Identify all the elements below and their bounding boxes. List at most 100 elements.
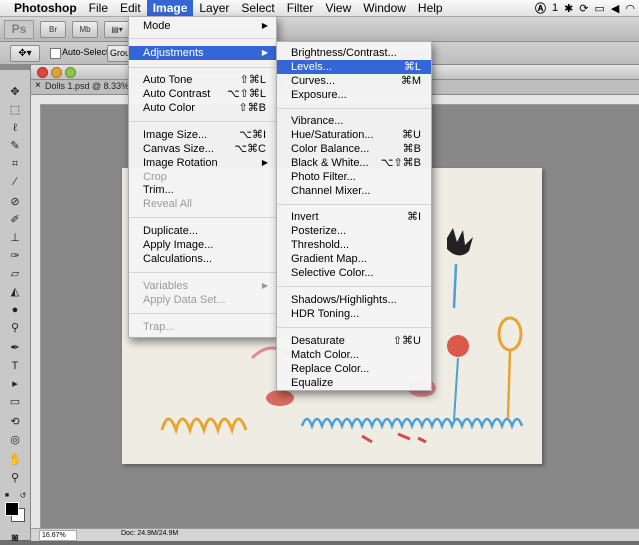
menu-image[interactable]: Image bbox=[146, 0, 194, 16]
menu-item-vibrance[interactable]: Vibrance... bbox=[277, 114, 431, 128]
lasso-tool-icon[interactable]: ℓ bbox=[7, 121, 23, 135]
app-menu[interactable]: Photoshop bbox=[10, 0, 83, 16]
bluetooth-icon[interactable]: ✱ bbox=[564, 2, 573, 15]
clone-stamp-icon[interactable]: ⊥ bbox=[7, 231, 23, 245]
toolbox-grip[interactable] bbox=[0, 65, 30, 70]
foreground-color-swatch[interactable] bbox=[5, 502, 19, 516]
menu-item-posterize[interactable]: Posterize... bbox=[277, 224, 431, 238]
menu-edit[interactable]: Edit bbox=[114, 0, 147, 16]
menu-item-hue-saturation[interactable]: Hue/Saturation... ⌘U bbox=[277, 128, 431, 142]
menu-item-image-size[interactable]: Image Size... ⌥⌘I bbox=[129, 128, 276, 142]
dodge-tool-icon[interactable]: ⚲ bbox=[7, 321, 23, 335]
pen-tool-icon[interactable]: ✒ bbox=[7, 341, 23, 355]
crop-tool-icon[interactable]: ⌗ bbox=[7, 157, 23, 171]
bridge-button[interactable]: Br bbox=[40, 21, 66, 38]
blur-tool-icon[interactable]: ● bbox=[7, 303, 23, 317]
menu-item-desaturate[interactable]: Desaturate ⇧⌘U bbox=[277, 334, 431, 348]
type-tool-icon[interactable]: T bbox=[7, 359, 23, 373]
healing-brush-icon[interactable]: ⊘ bbox=[7, 195, 23, 209]
menu-item-color-balance[interactable]: Color Balance... ⌘B bbox=[277, 142, 431, 156]
menu-item-match-color[interactable]: Match Color... bbox=[277, 348, 431, 362]
menu-filter[interactable]: Filter bbox=[281, 0, 320, 16]
menu-item-exposure[interactable]: Exposure... bbox=[277, 88, 431, 102]
eraser-tool-icon[interactable]: ▱ bbox=[7, 267, 23, 281]
menu-item-photo-filter[interactable]: Photo Filter... bbox=[277, 170, 431, 184]
close-window-icon[interactable] bbox=[37, 67, 48, 78]
marquee-tool-icon[interactable]: ⬚ bbox=[7, 103, 23, 117]
zoom-window-icon[interactable] bbox=[65, 67, 76, 78]
ps-logo: Ps bbox=[4, 20, 34, 39]
3d-orbit-icon[interactable]: ◎ bbox=[7, 433, 23, 447]
minimize-window-icon[interactable] bbox=[51, 67, 62, 78]
eyedropper-tool-icon[interactable]: ⁄ bbox=[7, 175, 23, 189]
menu-item-curves[interactable]: Curves... ⌘M bbox=[277, 74, 431, 88]
move-tool-icon[interactable]: ✥ bbox=[7, 85, 23, 99]
zoom-tool-icon[interactable]: ⚲ bbox=[7, 471, 23, 485]
battery-icon[interactable]: ▭ bbox=[595, 2, 605, 15]
quick-select-tool-icon[interactable]: ✎ bbox=[7, 139, 23, 153]
menu-separator bbox=[129, 272, 276, 273]
menu-item-reveal-all: Reveal All bbox=[143, 198, 192, 210]
menu-window[interactable]: Window bbox=[357, 0, 412, 16]
menu-item-selective-color[interactable]: Selective Color... bbox=[277, 266, 431, 280]
volume-icon[interactable]: ◀ bbox=[611, 2, 619, 15]
menu-item-shadows-highlights[interactable]: Shadows/Highlights... bbox=[277, 293, 431, 307]
menu-item-black-white[interactable]: Black & White... ⌥⇧⌘B bbox=[277, 156, 431, 170]
auto-select-checkbox[interactable] bbox=[50, 48, 61, 59]
menu-item-duplicate[interactable]: Duplicate... bbox=[129, 224, 276, 238]
paint-bucket-icon[interactable]: ◭ bbox=[7, 285, 23, 299]
menu-item-threshold[interactable]: Threshold... bbox=[277, 238, 431, 252]
menu-separator bbox=[277, 327, 431, 328]
menu-item-trap: Trap... bbox=[143, 321, 175, 333]
shape-tool-icon[interactable]: ▭ bbox=[7, 395, 23, 409]
menu-item-trim[interactable]: Trim... bbox=[129, 183, 276, 197]
tab-close-icon[interactable]: × bbox=[35, 80, 41, 91]
arrange-documents-button[interactable]: ▤▾ bbox=[104, 21, 130, 38]
menu-item-invert[interactable]: Invert ⌘I bbox=[277, 210, 431, 224]
menu-view[interactable]: View bbox=[319, 0, 357, 16]
menu-item-mode[interactable]: Mode ▶ bbox=[129, 19, 276, 33]
menu-item-levels[interactable]: Levels... ⌘L bbox=[277, 60, 431, 74]
menu-item-adjustments[interactable]: Adjustments ▶ bbox=[129, 46, 276, 60]
apple-icon[interactable] bbox=[0, 0, 10, 16]
menu-item-replace-color[interactable]: Replace Color... bbox=[277, 362, 431, 376]
menu-item-image-rotation[interactable]: Image Rotation ▶ bbox=[129, 156, 276, 170]
menu-item-auto-contrast[interactable]: Auto Contrast ⌥⇧⌘L bbox=[129, 87, 276, 101]
hand-tool-icon[interactable]: ✋ bbox=[7, 453, 23, 467]
menu-item-channel-mixer[interactable]: Channel Mixer... bbox=[277, 184, 431, 198]
menu-item-hdr-toning[interactable]: HDR Toning... bbox=[277, 307, 431, 321]
zoom-level-field[interactable]: 16.67% bbox=[39, 530, 77, 541]
tool-preset-picker[interactable]: ✥▾ bbox=[10, 45, 40, 62]
mini-bridge-button[interactable]: Mb bbox=[72, 21, 98, 38]
sync-icon[interactable]: ⟳ bbox=[579, 2, 588, 15]
menu-separator bbox=[277, 108, 431, 109]
menu-item-brightness-contrast[interactable]: Brightness/Contrast... bbox=[277, 46, 431, 60]
menu-item-auto-color[interactable]: Auto Color ⇧⌘B bbox=[129, 101, 276, 115]
adobe-icon[interactable]: Ⓐ bbox=[535, 0, 546, 16]
menu-bar: Photoshop File Edit Image Layer Select F… bbox=[0, 0, 639, 17]
menu-select[interactable]: Select bbox=[235, 0, 280, 16]
menu-item-canvas-size[interactable]: Canvas Size... ⌥⌘C bbox=[129, 142, 276, 156]
wifi-icon[interactable]: ◠ bbox=[625, 2, 635, 15]
3d-rotate-icon[interactable]: ⟲ bbox=[7, 415, 23, 429]
menu-help[interactable]: Help bbox=[412, 0, 449, 16]
menu-item-calculations[interactable]: Calculations... bbox=[129, 252, 276, 266]
document-size[interactable]: Doc: 24.9M/24.9M bbox=[121, 530, 178, 537]
swap-colors-icon[interactable]: ↺ bbox=[18, 489, 28, 503]
menu-file[interactable]: File bbox=[83, 0, 114, 16]
quick-mask-icon[interactable]: ◙ bbox=[7, 531, 23, 545]
menu-item-gradient-map[interactable]: Gradient Map... bbox=[277, 252, 431, 266]
menu-item-auto-tone[interactable]: Auto Tone ⇧⌘L bbox=[129, 73, 276, 87]
history-brush-icon[interactable]: ✑ bbox=[7, 249, 23, 263]
menu-item-crop: Crop bbox=[143, 171, 167, 183]
menu-item-variables: Variables ▶ bbox=[143, 280, 268, 292]
default-colors-icon[interactable]: ■ bbox=[2, 489, 12, 503]
brush-tool-icon[interactable]: ✐ bbox=[7, 213, 23, 227]
menu-item-apply-image[interactable]: Apply Image... bbox=[129, 238, 276, 252]
path-selection-icon[interactable]: ▸ bbox=[7, 377, 23, 391]
menu-item-equalize[interactable]: Equalize bbox=[277, 376, 431, 390]
menu-separator bbox=[277, 204, 431, 205]
menu-layer[interactable]: Layer bbox=[193, 0, 235, 16]
menu-separator bbox=[129, 38, 276, 39]
vertical-ruler[interactable] bbox=[31, 104, 41, 528]
